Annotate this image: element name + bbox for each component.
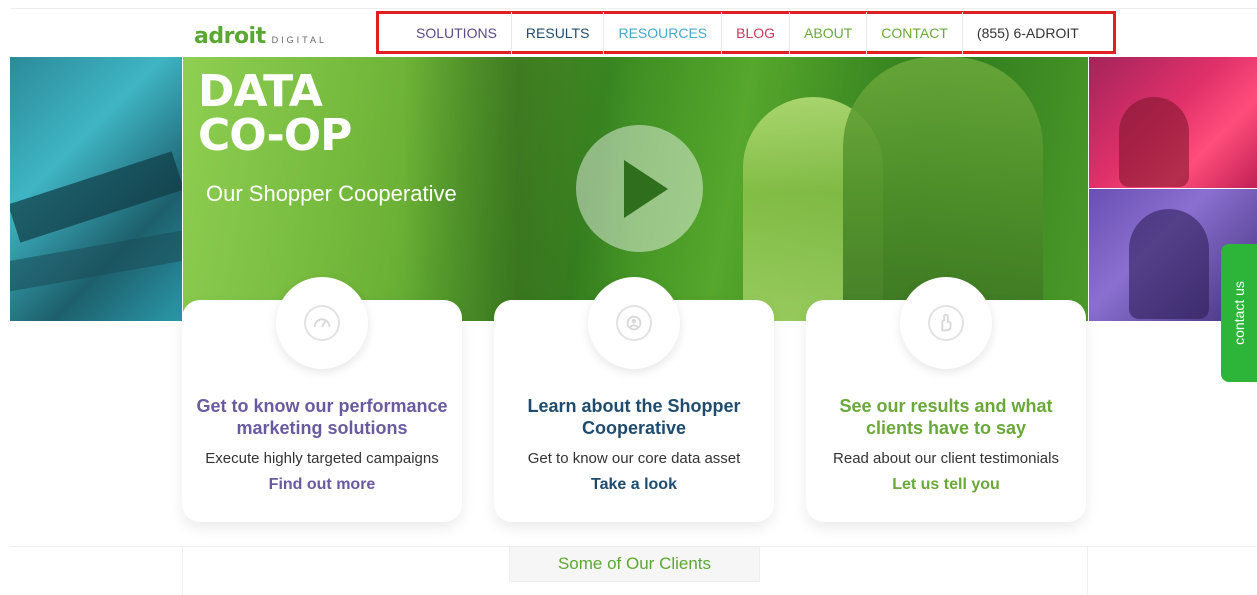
- main-nav: SOLUTIONS RESULTS RESOURCES BLOG ABOUT C…: [402, 12, 1093, 54]
- hero-right-bottom-figure: [1129, 209, 1209, 319]
- nav-item-phone[interactable]: (855) 6-ADROIT: [963, 12, 1093, 54]
- hand-icon-button[interactable]: [900, 277, 992, 369]
- card-link-take-a-look[interactable]: Take a look: [494, 476, 774, 494]
- hero-left-band-2: [10, 229, 182, 295]
- card-title: Get to know our performance marketing so…: [196, 396, 448, 438]
- logo-sub-text: DIGITAL: [271, 35, 327, 45]
- nav-item-results[interactable]: RESULTS: [512, 12, 605, 54]
- nav-item-blog[interactable]: BLOG: [722, 12, 791, 54]
- hero-title: DATA CO-OP: [198, 66, 352, 161]
- gauge-icon-button[interactable]: [276, 277, 368, 369]
- hero-subtitle: Our Shopper Cooperative: [206, 181, 457, 206]
- nav-item-solutions[interactable]: SOLUTIONS: [402, 12, 512, 54]
- hero-title-line2: CO-OP: [198, 110, 352, 161]
- site-header: adroit DIGITAL SOLUTIONS RESULTS RESOURC…: [0, 0, 1257, 57]
- nav-item-contact[interactable]: CONTACT: [867, 12, 963, 54]
- card-link-find-out-more[interactable]: Find out more: [182, 476, 462, 494]
- hand-icon: [928, 305, 964, 341]
- clients-column-right: [1087, 547, 1088, 595]
- contact-us-label: contact us: [1231, 281, 1247, 345]
- nav-item-resources[interactable]: RESOURCES: [604, 12, 723, 54]
- play-icon: [624, 160, 668, 218]
- shopper-icon-button[interactable]: [588, 277, 680, 369]
- card-title: See our results and what clients have to…: [839, 396, 1053, 438]
- shopper-icon: [616, 305, 652, 341]
- card-description: Execute highly targeted campaigns: [205, 450, 439, 467]
- card-description: Read about our client testimonials: [833, 450, 1059, 467]
- card-description: Get to know our core data asset: [527, 450, 741, 467]
- hero-left-image: [10, 57, 182, 321]
- card-link-let-us-tell-you[interactable]: Let us tell you: [806, 476, 1086, 494]
- hero-title-line1: DATA: [198, 66, 323, 117]
- nav-item-about[interactable]: ABOUT: [790, 12, 868, 54]
- clients-column-left: [182, 547, 183, 595]
- hero-left-band: [10, 151, 182, 243]
- card-title: Learn about the Shopper Cooperative: [527, 396, 741, 438]
- header-divider: [10, 8, 1257, 9]
- clients-heading: Some of Our Clients: [509, 547, 760, 582]
- play-button[interactable]: [576, 125, 703, 252]
- hero-right-top-figure: [1119, 97, 1189, 187]
- logo[interactable]: adroit DIGITAL: [194, 24, 327, 49]
- hero-right-top-image: [1089, 57, 1257, 188]
- logo-main-text: adroit: [194, 24, 266, 49]
- gauge-icon: [304, 305, 340, 341]
- contact-us-tab[interactable]: contact us: [1221, 244, 1257, 382]
